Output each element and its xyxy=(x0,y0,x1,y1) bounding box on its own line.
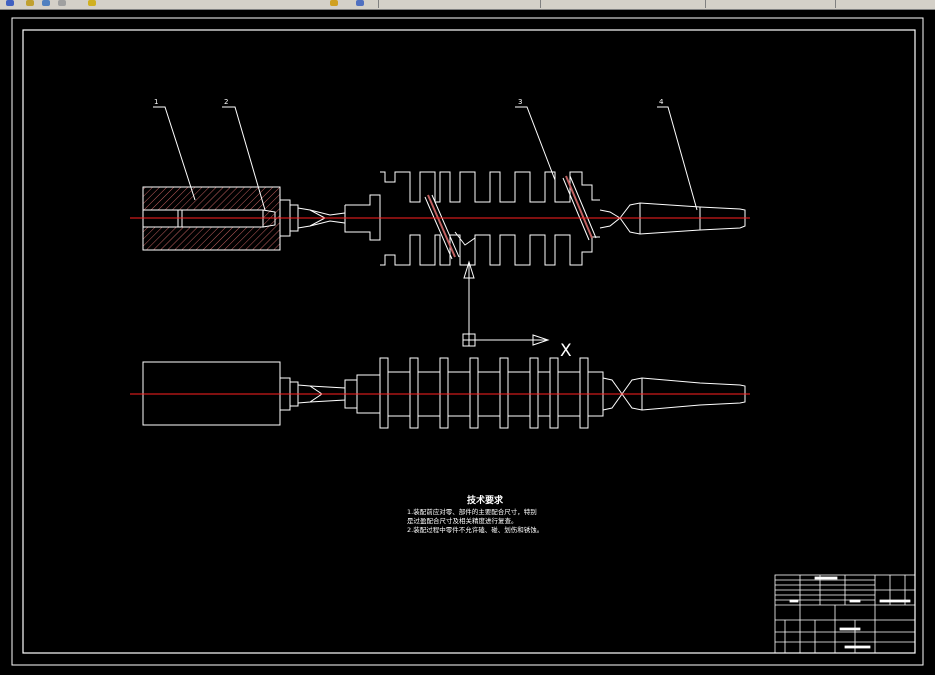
app-icon[interactable] xyxy=(6,0,14,6)
title-block xyxy=(774,574,916,654)
part-number-3: 3 xyxy=(518,98,523,106)
properties-icon[interactable] xyxy=(356,0,364,6)
drawing-canvas[interactable]: 1 2 3 4 X 技术要求 1.装配前应对零、部件的主要配合尺寸，特别 是过盈… xyxy=(0,10,935,675)
assembly-drawing xyxy=(11,17,924,666)
leader-3 xyxy=(515,106,556,181)
outer-border xyxy=(11,17,924,666)
part-number-4: 4 xyxy=(659,98,664,106)
leader-1 xyxy=(153,106,196,201)
layer-dropdown[interactable] xyxy=(390,0,541,8)
linetype-dropdown[interactable] xyxy=(545,0,706,8)
save-icon[interactable] xyxy=(42,0,50,6)
print-icon[interactable] xyxy=(58,0,66,6)
disk-stack xyxy=(379,357,589,429)
lineweight-dropdown[interactable] xyxy=(710,0,836,8)
notes-line-3: 2.装配过程中零件不允许磕、碰、划伤和锈蚀。 xyxy=(407,526,544,534)
toolbar xyxy=(0,0,935,10)
leader-4 xyxy=(657,106,698,211)
top-view xyxy=(142,106,746,266)
axis-x-label: X xyxy=(560,341,572,361)
open-icon[interactable] xyxy=(26,0,34,6)
bottom-view xyxy=(142,357,746,429)
plotstyle-dropdown[interactable] xyxy=(840,0,935,8)
toolbar-divider xyxy=(378,0,379,8)
part-number-1: 1 xyxy=(154,98,159,106)
tool-icon[interactable] xyxy=(88,0,96,6)
ucs-icon xyxy=(462,260,550,347)
part-number-2: 2 xyxy=(224,98,229,106)
layer-icon[interactable] xyxy=(330,0,338,6)
notes-title: 技术要求 xyxy=(467,496,504,506)
